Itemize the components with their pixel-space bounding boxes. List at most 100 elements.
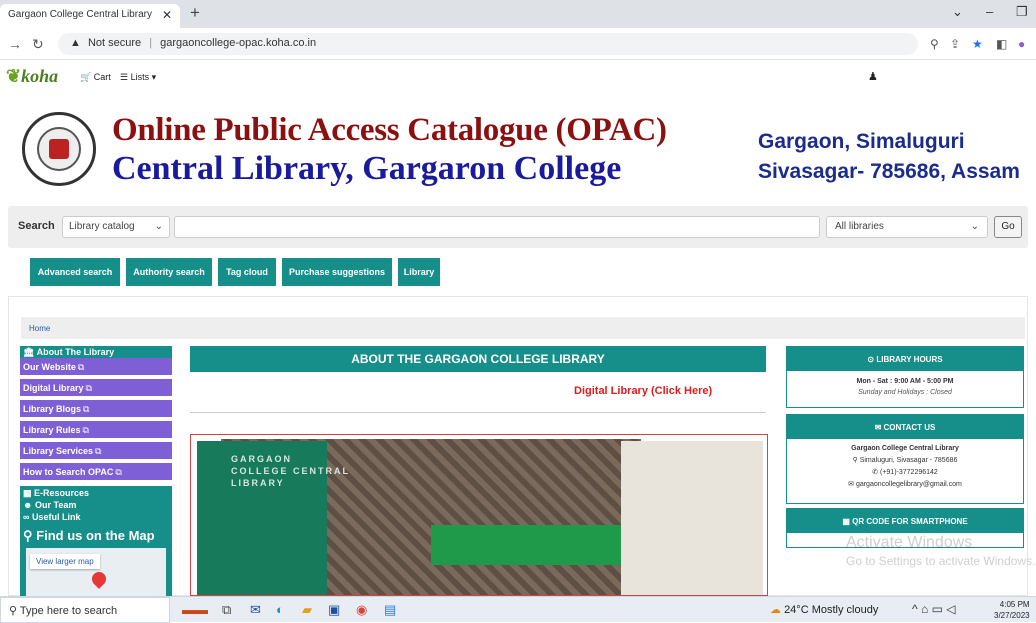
find-map-label: Find us on the Map bbox=[36, 528, 155, 543]
task-view-icon[interactable]: ⧉ bbox=[222, 602, 231, 618]
contact-panel: ✉ CONTACT US Gargaon College Central Lib… bbox=[786, 414, 1024, 504]
external-link-icon: ⧉ bbox=[83, 404, 90, 414]
go-button[interactable]: Go bbox=[994, 216, 1022, 238]
breadcrumb: Home bbox=[21, 317, 1025, 339]
taskbar-search-placeholder: Type here to search bbox=[19, 605, 118, 617]
sidebar-item-label: How to Search OPAC bbox=[23, 467, 114, 477]
taskbar-search[interactable]: ⚲ Type here to search bbox=[0, 597, 170, 623]
libraries-select[interactable]: All libraries ⌄ bbox=[826, 216, 988, 238]
contact-address: ⚲ Simaluguri, Sivasagar - 785686 bbox=[787, 456, 1023, 464]
qr-title: QR CODE FOR SMARTPHONE bbox=[852, 517, 968, 526]
sidebar-item-label: Digital Library bbox=[23, 383, 84, 393]
external-link-icon: ⧉ bbox=[82, 425, 89, 435]
chevron-down-icon[interactable]: ⌄ bbox=[952, 4, 963, 20]
useful-link-link[interactable]: ∞ Useful Link bbox=[23, 512, 80, 522]
taskbar-clock[interactable]: 4:05 PM 3/27/2023 bbox=[994, 599, 1030, 621]
clock-time: 4:05 PM bbox=[999, 600, 1030, 609]
tab-close-icon[interactable]: ✕ bbox=[162, 8, 172, 22]
cart-link[interactable]: 🛒 Cart bbox=[80, 72, 111, 83]
restore-icon[interactable]: ❐ bbox=[1016, 4, 1028, 20]
header-address-line1: Gargaon, Simaluguri bbox=[758, 130, 965, 153]
left-sidebar: 🏛 About The Library Our Website ⧉ Digital… bbox=[20, 346, 172, 598]
url-field[interactable]: ▲ Not secure | gargaoncollege-opac.koha.… bbox=[58, 33, 918, 55]
map-embed[interactable]: View larger map bbox=[26, 548, 166, 598]
widgets-icon[interactable]: ▬▬ bbox=[182, 602, 208, 617]
sidebar-icon[interactable]: ◧ bbox=[996, 37, 1007, 51]
photo-sign-text: GARGAON COLLEGE CENTRAL LIBRARY bbox=[231, 453, 351, 489]
edge-icon[interactable]: ◐ bbox=[276, 602, 284, 617]
external-link-icon: ⧉ bbox=[115, 467, 122, 477]
lists-label: Lists bbox=[130, 72, 150, 82]
sidebar-item-label: Our Website bbox=[23, 362, 76, 372]
sidebar-item-digital-library[interactable]: Digital Library ⧉ bbox=[20, 379, 172, 397]
not-secure-label: Not secure bbox=[87, 37, 142, 49]
sidebar-item-our-website[interactable]: Our Website ⧉ bbox=[20, 358, 172, 376]
weather-widget[interactable]: ☁ 24°C Mostly cloudy bbox=[770, 603, 878, 616]
external-link-icon: ⧉ bbox=[95, 446, 102, 456]
contact-email[interactable]: ✉ gargaoncollegelibrary@gmail.com bbox=[787, 480, 1023, 488]
share-icon[interactable]: ⇪ bbox=[950, 37, 960, 51]
contact-phone: ✆ (+91)-3772296142 bbox=[787, 468, 1023, 476]
zoom-icon[interactable]: ⚲ bbox=[930, 37, 939, 51]
library-header: Online Public Access Catalogue (OPAC) Ce… bbox=[0, 92, 1036, 202]
sidebar-item-how-to-search[interactable]: How to Search OPAC ⧉ bbox=[20, 463, 172, 481]
chrome-icon[interactable]: ◉ bbox=[356, 602, 367, 618]
library-hours-title: LIBRARY HOURS bbox=[876, 355, 943, 364]
sidebar-item-library-rules[interactable]: Library Rules ⧉ bbox=[20, 421, 172, 439]
photos-icon[interactable]: ▤ bbox=[384, 602, 396, 618]
eresources-panel: ▦ E-Resources ☻ Our Team ∞ Useful Link ⚲… bbox=[20, 486, 172, 598]
sign-text: GARGAON COLLEGE CENTRAL LIBRARY bbox=[231, 454, 350, 488]
breadcrumb-home-link[interactable]: Home bbox=[29, 324, 50, 333]
view-larger-map-button[interactable]: View larger map bbox=[30, 554, 100, 569]
reload-icon[interactable]: ↻ bbox=[32, 36, 44, 53]
our-team-link[interactable]: ☻ Our Team bbox=[23, 500, 76, 510]
library-button[interactable]: Library bbox=[398, 258, 440, 286]
sidebar-item-library-services[interactable]: Library Services ⧉ bbox=[20, 442, 172, 460]
eresources-link[interactable]: ▦ E-Resources bbox=[23, 488, 89, 499]
store-icon[interactable]: ▣ bbox=[328, 602, 340, 618]
activate-windows-watermark: Activate Windows bbox=[846, 534, 973, 551]
sidebar-item-label: Library Blogs bbox=[23, 404, 82, 414]
forward-arrow-icon[interactable]: → bbox=[8, 36, 22, 52]
about-heading: ABOUT THE GARGAON COLLEGE LIBRARY bbox=[190, 346, 766, 372]
system-tray[interactable]: ^ ⌂ ▭ ◁ bbox=[912, 602, 956, 616]
contact-name: Gargaon College Central Library bbox=[851, 445, 959, 452]
mail-icon[interactable]: ✉ bbox=[250, 602, 261, 618]
profile-icon[interactable]: ● bbox=[1018, 37, 1025, 51]
browser-tab[interactable]: Gargaon College Central Library ✕ bbox=[0, 4, 180, 28]
library-hours-heading: ⊙ LIBRARY HOURS bbox=[787, 347, 1023, 371]
sidebar-item-library-blogs[interactable]: Library Blogs ⧉ bbox=[20, 400, 172, 418]
catalog-select[interactable]: Library catalog ⌄ bbox=[62, 216, 170, 238]
star-icon[interactable]: ★ bbox=[972, 37, 983, 51]
new-tab-button[interactable]: + bbox=[190, 3, 200, 23]
envelope-icon: ✉ bbox=[874, 423, 882, 432]
advanced-search-button[interactable]: Advanced search bbox=[30, 258, 120, 286]
minimize-icon[interactable]: – bbox=[986, 4, 993, 19]
leaf-icon: ❦ bbox=[6, 66, 22, 86]
koha-logo[interactable]: ❦koha bbox=[6, 66, 58, 87]
header-title-line2: Central Library, Gargaron College bbox=[112, 150, 622, 187]
tab-title: Gargaon College Central Library bbox=[8, 9, 152, 20]
sidebar-item-label: Library Rules bbox=[23, 425, 81, 435]
file-explorer-icon[interactable]: ▰ bbox=[302, 602, 312, 618]
purchase-suggestions-button[interactable]: Purchase suggestions bbox=[282, 258, 392, 286]
url-separator: | bbox=[149, 37, 153, 49]
external-link-icon: ⧉ bbox=[85, 383, 92, 393]
photo-green-trim bbox=[431, 525, 631, 565]
tag-cloud-button[interactable]: Tag cloud bbox=[218, 258, 276, 286]
koha-nav: ❦koha 🛒 Cart ☰ Lists ▾ ♟ bbox=[0, 62, 1036, 92]
digital-library-link[interactable]: Digital Library (Click Here) bbox=[574, 385, 712, 397]
phone-icon: ✆ bbox=[872, 469, 879, 476]
external-link-icon: ⧉ bbox=[77, 362, 85, 372]
weather-text: 24°C Mostly cloudy bbox=[784, 604, 879, 616]
user-icon[interactable]: ♟ bbox=[868, 70, 878, 83]
network-icon: ⌂ bbox=[920, 602, 929, 616]
search-input[interactable] bbox=[174, 216, 820, 238]
chevron-down-icon: ⌄ bbox=[154, 221, 163, 232]
lists-link[interactable]: ☰ Lists ▾ bbox=[120, 72, 156, 83]
college-seal-icon bbox=[22, 112, 96, 186]
contact-heading: ✉ CONTACT US bbox=[787, 415, 1023, 439]
sidebar-item-label: Library Services bbox=[23, 446, 94, 456]
authority-search-button[interactable]: Authority search bbox=[126, 258, 212, 286]
contact-title: CONTACT US bbox=[883, 423, 936, 432]
